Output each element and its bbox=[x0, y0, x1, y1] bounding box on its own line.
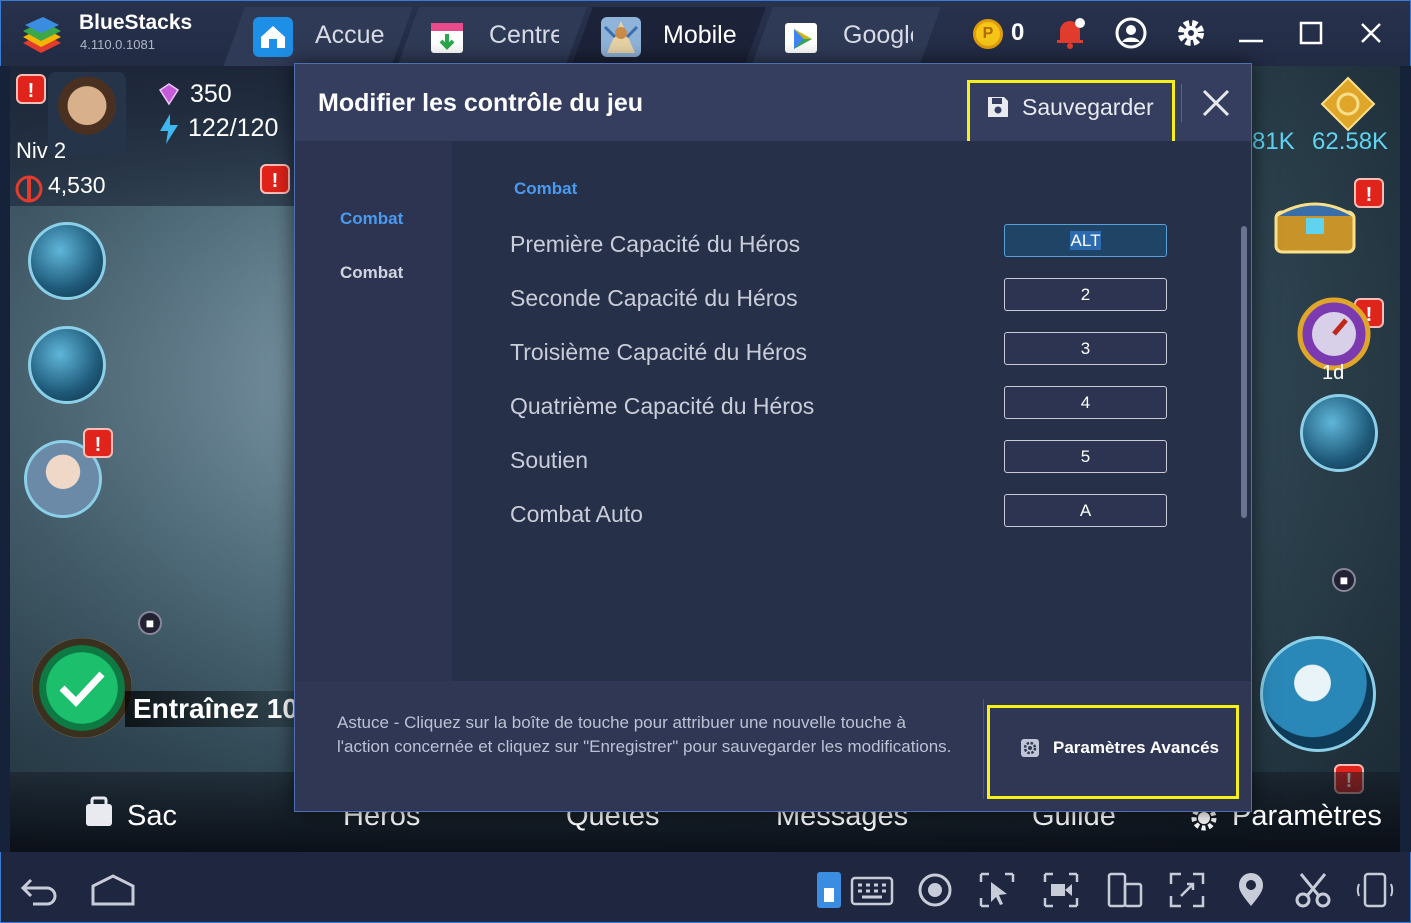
bluestacks-logo-icon bbox=[23, 17, 61, 53]
portrait-mode-icon[interactable] bbox=[815, 870, 843, 910]
multi-instance-icon[interactable] bbox=[1105, 870, 1145, 910]
divider bbox=[1181, 84, 1182, 122]
save-label: Sauvegarder bbox=[1022, 94, 1154, 120]
dialog-title: Modifier les contrôle du jeu bbox=[318, 89, 644, 117]
system-toolbar bbox=[0, 852, 1411, 923]
keyboard-icon[interactable] bbox=[850, 870, 894, 910]
training-quest-label: Entraînez 10 r bbox=[125, 691, 295, 727]
settings-gear-icon bbox=[1021, 739, 1039, 757]
power-icon bbox=[15, 175, 43, 203]
control-label: Seconde Capacité du Héros bbox=[510, 285, 798, 311]
tab-home[interactable]: Accueil bbox=[223, 7, 413, 67]
advanced-settings-label: Paramètres Avancés bbox=[1053, 738, 1220, 757]
treasure-chest-icon[interactable] bbox=[1270, 192, 1360, 256]
home-icon bbox=[253, 17, 293, 57]
settings-gear-icon[interactable] bbox=[1173, 15, 1209, 51]
controls-list: Combat Première Capacité du Héros ALT Se… bbox=[452, 141, 1251, 681]
minimize-icon[interactable] bbox=[1233, 15, 1269, 51]
eye-icon[interactable] bbox=[915, 870, 955, 910]
nav-settings[interactable]: Paramètres bbox=[1232, 800, 1382, 833]
nav-bag[interactable]: Sac bbox=[127, 800, 177, 833]
play-store-icon bbox=[781, 17, 821, 57]
alert-badge-icon: ! bbox=[83, 428, 113, 458]
power-value: 4,530 bbox=[48, 172, 106, 198]
save-disk-icon bbox=[988, 97, 1008, 117]
points-count: 0 bbox=[1011, 19, 1025, 46]
alert-badge-icon: ! bbox=[16, 74, 46, 104]
gold-coin-icon bbox=[1320, 76, 1376, 132]
flag-button[interactable] bbox=[1300, 394, 1378, 472]
key-binding-box[interactable]: A bbox=[1004, 494, 1167, 527]
key-binding-box[interactable]: 3 bbox=[1004, 332, 1167, 365]
dialog-header: Modifier les contrôle du jeu Sauvegarder bbox=[295, 64, 1251, 152]
gems-count: 350 bbox=[190, 80, 232, 108]
account-icon[interactable] bbox=[1113, 15, 1149, 51]
control-label: Quatrième Capacité du Héros bbox=[510, 393, 815, 419]
pointer-icon[interactable] bbox=[977, 870, 1017, 910]
event-timer: 1d bbox=[1322, 362, 1345, 384]
advanced-settings-button[interactable]: Paramètres Avancés bbox=[987, 705, 1239, 799]
fullscreen-icon[interactable] bbox=[1167, 870, 1207, 910]
gather-hammer-button[interactable] bbox=[28, 222, 106, 300]
alert-badge-icon: ! bbox=[260, 164, 290, 194]
tab-label: Google bbox=[843, 21, 910, 49]
home-outline-icon[interactable] bbox=[89, 870, 137, 910]
scrollbar[interactable] bbox=[1241, 226, 1247, 518]
app-center-icon bbox=[427, 17, 467, 57]
tab-game[interactable]: Mobile bbox=[571, 7, 766, 67]
control-label: Première Capacité du Héros bbox=[510, 231, 801, 257]
app-version: 4.110.0.1081 bbox=[80, 37, 155, 52]
tab-google-play[interactable]: Google bbox=[751, 7, 941, 67]
checkmark-icon bbox=[59, 671, 105, 708]
training-quest-button[interactable] bbox=[32, 638, 132, 738]
control-label: Soutien bbox=[510, 447, 589, 473]
maximize-icon[interactable] bbox=[1293, 15, 1329, 51]
key-binding-box[interactable]: 4 bbox=[1004, 386, 1167, 419]
resource-1: 81K bbox=[1252, 128, 1295, 155]
sidebar-item-combat-active[interactable]: Combat bbox=[340, 209, 403, 229]
close-icon[interactable] bbox=[1201, 88, 1231, 118]
sidebar-item-combat[interactable]: Combat bbox=[340, 263, 403, 283]
lock-icon: ■ bbox=[138, 611, 162, 635]
player-hud: ! 350 122/120 Niv 2 4,530 bbox=[10, 66, 295, 206]
category-sidebar: Combat Combat bbox=[295, 141, 452, 681]
back-arrow-icon[interactable] bbox=[19, 870, 59, 910]
location-pin-icon[interactable] bbox=[1231, 870, 1271, 910]
resource-2: 62.58K bbox=[1312, 128, 1389, 155]
key-binding-box[interactable]: 2 bbox=[1004, 278, 1167, 311]
notification-bell-icon[interactable] bbox=[1052, 15, 1088, 51]
points-coin-icon[interactable]: P bbox=[973, 19, 1003, 49]
dialog-footer: Astuce - Cliquez sur la boîte de touche … bbox=[295, 681, 1251, 811]
research-book-button[interactable] bbox=[28, 326, 106, 404]
section-title: Combat bbox=[514, 179, 578, 198]
tab-label: Mobile bbox=[663, 21, 737, 49]
game-icon bbox=[601, 17, 641, 57]
tab-app-center[interactable]: Centre bbox=[397, 7, 587, 67]
key-binding-box[interactable]: 5 bbox=[1004, 440, 1167, 473]
close-window-icon[interactable] bbox=[1353, 15, 1389, 51]
tip-text: Astuce - Cliquez sur la boîte de touche … bbox=[337, 713, 952, 756]
energy-count: 122/120 bbox=[188, 114, 279, 142]
title-bar: BlueStacks 4.110.0.1081 Accueil Centre M… bbox=[0, 0, 1411, 66]
energy-icon bbox=[160, 114, 178, 144]
key-binding-box[interactable]: ALT bbox=[1004, 224, 1167, 257]
screen-record-icon[interactable] bbox=[1041, 870, 1081, 910]
game-controls-dialog: Modifier les contrôle du jeu Sauvegarder… bbox=[294, 63, 1252, 812]
bag-icon bbox=[86, 796, 112, 826]
control-label: Combat Auto bbox=[510, 501, 643, 527]
gem-icon bbox=[158, 83, 180, 106]
brand-name: BlueStacks bbox=[79, 11, 193, 34]
tab-label: Centre bbox=[489, 21, 559, 49]
lock-icon: ■ bbox=[1332, 568, 1356, 592]
player-level: Niv 2 bbox=[16, 138, 67, 163]
scissors-icon[interactable] bbox=[1293, 870, 1333, 910]
tab-label: Accueil bbox=[315, 21, 385, 49]
control-label: Troisième Capacité du Héros bbox=[510, 339, 807, 365]
divider bbox=[983, 699, 984, 799]
world-map-button[interactable] bbox=[1260, 636, 1376, 752]
rotate-device-icon[interactable] bbox=[1355, 870, 1395, 910]
